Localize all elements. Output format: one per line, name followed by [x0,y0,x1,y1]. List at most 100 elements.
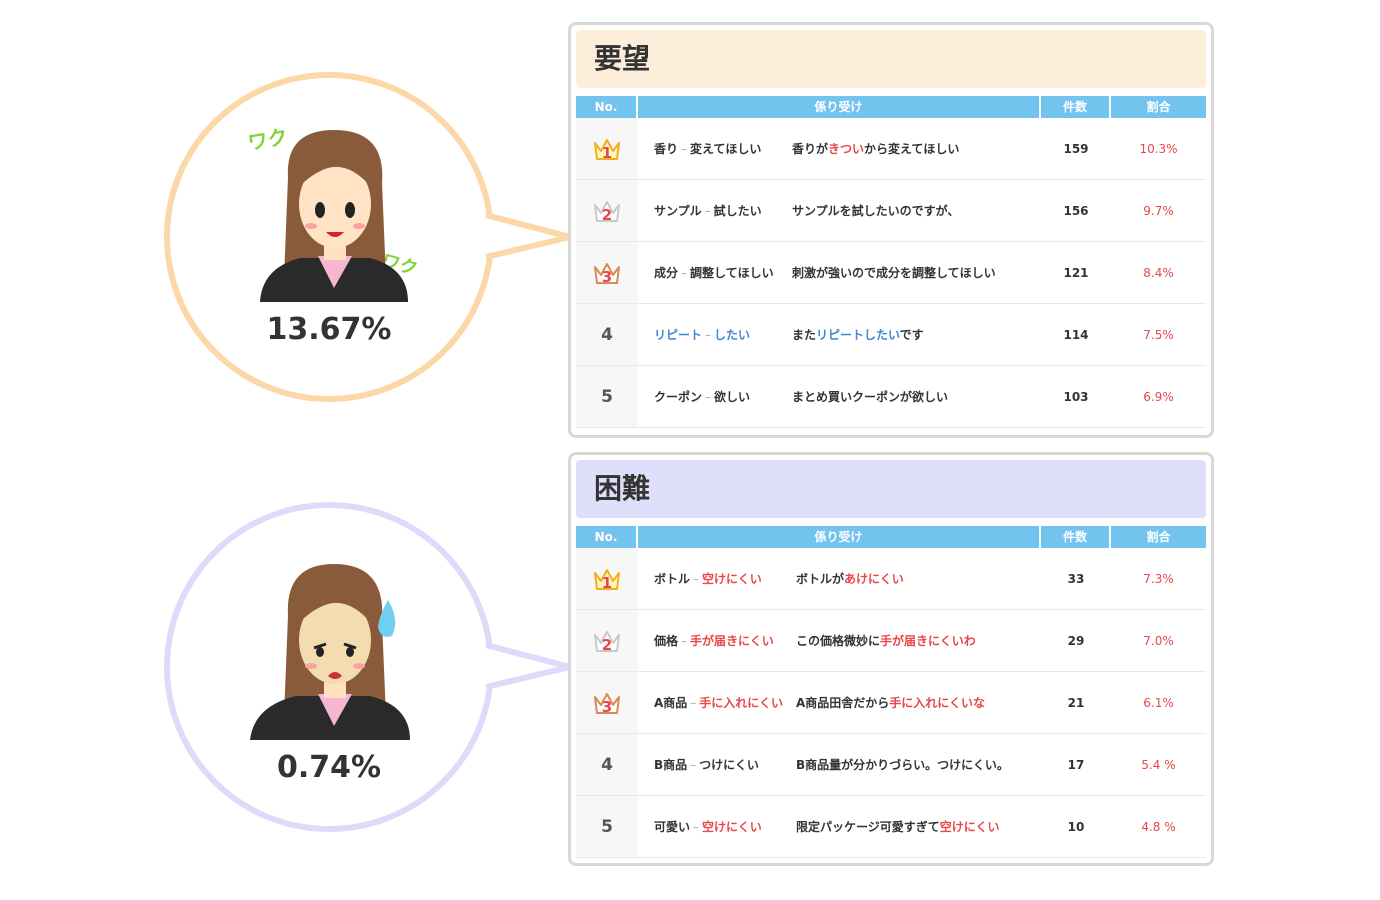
keyword-predicate: つけにくい [699,758,759,772]
difficulty-percentage: 0.74% [276,750,382,785]
example-sentence: B商品量が分かりづらい。つけにくい。 [792,756,1041,773]
rate-cell: 9.7% [1143,203,1174,218]
rate-cell: 6.9% [1143,389,1174,404]
keyword-subject: クーポン [654,390,703,404]
rank-cell: 5 [576,796,638,857]
panel-title: 要望 [576,30,1206,88]
table-body: 1 香り – 変えてほしい 香りがきついから変えてほしい 159 10.3% 2 サンプル – 試し… [571,118,1211,428]
keyword-separator: – [690,696,697,710]
count-cell: 17 [1067,757,1085,772]
example-sentence: 香りがきついから変えてほしい [788,140,1041,157]
rank-cell: 4 [576,304,638,365]
keyword-separator: – [693,820,700,834]
example-sentence: またリピートしたいです [788,326,1041,343]
example-sentence: この価格微妙に手が届きにくいわ [792,632,1041,649]
rate-cell: 7.3% [1143,571,1174,586]
sentence-text: から変えてほしい [864,142,960,156]
header-no: No. [576,96,638,118]
crown-rank-1-icon: 1 [594,138,620,162]
sentence-highlight: 手に入れにくいな [889,696,986,710]
example-sentence: ボトルがあけにくい [792,570,1041,587]
keyword-separator: – [681,266,688,280]
keyword-separator: – [705,390,712,404]
dependency-keyword: 香り – 変えてほしい [638,140,788,157]
rate-cell: 7.0% [1143,633,1174,648]
dependency-keyword: サンプル – 試したい [638,202,788,219]
dependency-keyword: 成分 – 調整してほしい [638,264,788,281]
rate-cell: 7.5% [1143,327,1174,342]
keyword-predicate: 手に入れにくい [699,696,784,710]
dependency-keyword: B商品 – つけにくい [638,756,792,773]
rank-cell: 4 [576,734,638,795]
header-dependency: 係り受け [638,526,1041,548]
crown-rank-3-icon: 3 [594,692,620,716]
dependency-keyword: リピート – したい [638,326,788,343]
table-header: No. 係り受け 件数 割合 [576,526,1206,548]
keyword-predicate: 空けにくい [702,572,762,586]
sentence-highlight: 手が届きにくいわ [880,634,976,648]
panel-title: 困難 [576,460,1206,518]
example-sentence: サンプルを試したいのですが、 [788,202,1041,219]
rate-cell: 5.4 % [1141,757,1176,772]
rank-number: 4 [601,754,613,775]
table-row: 5 可愛い – 空けにくい 限定パッケージ可愛すぎて空けにくい 10 4.8 % [576,796,1206,858]
table-header: No. 係り受け 件数 割合 [576,96,1206,118]
bubble-tail-1 [484,212,573,260]
dependency-keyword: 価格 – 手が届きにくい [638,632,792,649]
count-cell: 156 [1063,203,1089,218]
sentence-text: まとめ買いクーポンが欲しい [792,390,949,404]
keyword-separator: – [681,634,688,648]
sentence-text: この価格微妙に [796,634,881,648]
rank-number: 3 [602,698,612,716]
crown-rank-2-icon: 2 [594,630,620,654]
count-cell: 103 [1063,389,1089,404]
dependency-keyword: クーポン – 欲しい [638,388,788,405]
keyword-predicate: 変えてほしい [690,142,762,156]
count-cell: 10 [1067,819,1085,834]
sentence-text: サンプルを試したいのですが、 [792,204,960,218]
table-row: 1 香り – 変えてほしい 香りがきついから変えてほしい 159 10.3% [576,118,1206,180]
rank-number: 5 [601,816,613,837]
table-row: 4 B商品 – つけにくい B商品量が分かりづらい。つけにくい。 17 5.4 % [576,734,1206,796]
rate-cell: 4.8 % [1141,819,1176,834]
header-no: No. [576,526,638,548]
count-cell: 21 [1067,695,1085,710]
keyword-predicate: 手が届きにくい [690,634,774,648]
dependency-keyword: A商品 – 手に入れにくい [638,694,792,711]
table-row: 1 ボトル – 空けにくい ボトルがあけにくい 33 7.3% [576,548,1206,610]
rank-cell: 1 [576,118,638,179]
count-cell: 29 [1067,633,1085,648]
rank-cell: 1 [576,548,638,609]
table-row: 4 リピート – したい またリピートしたいです 114 7.5% [576,304,1206,366]
header-count: 件数 [1041,526,1111,548]
keyword-separator: – [693,572,700,586]
sentence-text: 香りが [792,142,829,156]
rate-cell: 8.4% [1143,265,1174,280]
excited-text-1: ワク [246,124,290,155]
example-sentence: A商品田舎だから手に入れにくいな [792,694,1041,711]
sentence-highlight: きつい [828,142,865,156]
keyword-subject: 価格 [654,634,679,648]
header-count: 件数 [1041,96,1111,118]
sentence-text: です [899,328,924,342]
table-row: 2 価格 – 手が届きにくい この価格微妙に手が届きにくいわ 29 7.0% [576,610,1206,672]
sentence-text: また [792,328,817,342]
header-rate: 割合 [1146,530,1171,544]
rank-cell: 3 [576,242,638,303]
keyword-subject: 香り [654,142,679,156]
rank-number: 1 [602,144,612,162]
example-sentence: 限定パッケージ可愛すぎて空けにくい [792,818,1041,835]
rank-number: 2 [602,636,612,654]
rank-number: 4 [601,324,613,345]
rate-cell: 10.3% [1139,141,1178,156]
difficulty-panel: 困難 No. 係り受け 件数 割合 1 ボトル – 空けにくい ボトルがあけにくい 33 7… [568,452,1214,866]
keyword-subject: 可愛い [654,820,691,834]
crown-rank-2-icon: 2 [594,200,620,224]
sentence-text: A商品田舎だから [796,696,890,710]
keyword-predicate: 空けにくい [702,820,762,834]
header-dependency: 係り受け [638,96,1041,118]
keyword-separator: – [704,204,711,218]
table-row: 3 成分 – 調整してほしい 刺激が強いので成分を調整してほしい 121 8.4% [576,242,1206,304]
keyword-subject: リピート [654,328,703,342]
keyword-separator: – [690,758,697,772]
